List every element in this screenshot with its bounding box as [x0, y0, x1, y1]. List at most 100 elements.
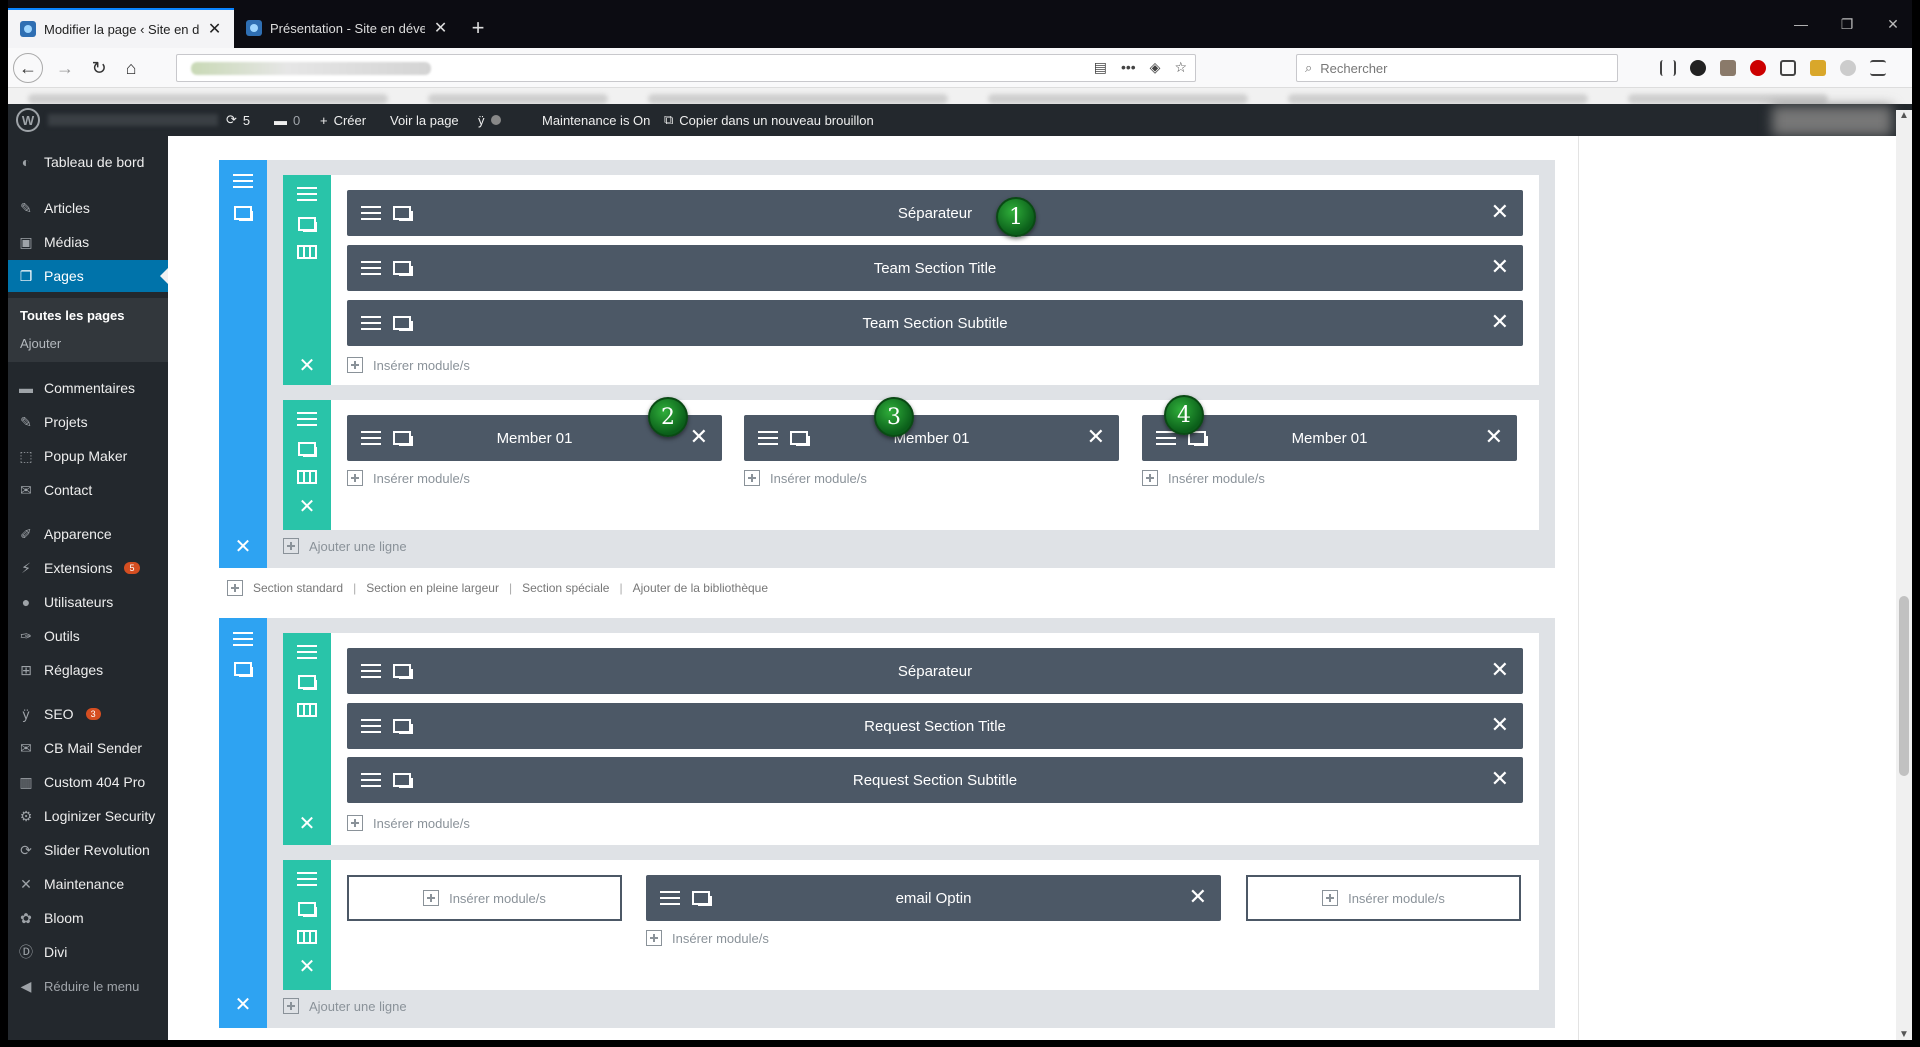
duplicate-row-icon[interactable]	[298, 217, 317, 232]
delete-module-icon[interactable]: ✕	[1491, 714, 1509, 736]
move-module-icon[interactable]	[361, 316, 381, 330]
module-team-section-subtitle[interactable]: Team Section Subtitle ✕	[347, 300, 1523, 346]
delete-module-icon[interactable]: ✕	[1087, 426, 1105, 448]
columns-icon[interactable]	[297, 703, 317, 717]
duplicate-module-icon[interactable]	[790, 431, 810, 446]
module-request-section-title[interactable]: Request Section Title ✕	[347, 703, 1523, 749]
duplicate-module-icon[interactable]	[393, 206, 413, 221]
home-icon[interactable]: ⌂	[116, 53, 146, 83]
insert-module-button[interactable]: Insérer module/s	[347, 470, 470, 486]
section-handle[interactable]: ✕	[219, 618, 267, 1028]
sidebar-item-users[interactable]: ● Utilisateurs	[8, 586, 168, 618]
maintenance-item[interactable]: Maintenance is On	[542, 104, 650, 136]
duplicate-module-icon[interactable]	[393, 664, 413, 679]
more-actions-icon[interactable]: •••	[1121, 59, 1136, 76]
module-separator[interactable]: Séparateur ✕	[347, 190, 1523, 236]
view-page-item[interactable]: Voir la page	[390, 104, 459, 136]
seo-item[interactable]: ÿ	[478, 104, 501, 136]
duplicate-module-icon[interactable]	[393, 261, 413, 276]
sidebar-item-seo[interactable]: ÿ SEO 3	[8, 698, 168, 730]
duplicate-section-icon[interactable]	[234, 662, 253, 677]
move-row-icon[interactable]	[297, 187, 317, 201]
new-tab-button[interactable]: +	[460, 8, 496, 48]
sidebar-item-cb-mail-sender[interactable]: ✉ CB Mail Sender	[8, 732, 168, 764]
sidebar-item-extensions[interactable]: ⚡ Extensions 5	[8, 552, 168, 584]
sidebar-item-appearance[interactable]: ✐ Apparence	[8, 518, 168, 550]
duplicate-module-icon[interactable]	[393, 773, 413, 788]
move-module-icon[interactable]	[361, 431, 381, 445]
url-bar[interactable]: ▤ ••• ◈ ☆	[176, 54, 1196, 82]
row-handle[interactable]: ✕	[283, 175, 331, 385]
delete-module-icon[interactable]: ✕	[690, 426, 708, 448]
delete-module-icon[interactable]: ✕	[1491, 311, 1509, 333]
library-section-link[interactable]: Ajouter de la bibliothèque	[633, 581, 768, 595]
updates-item[interactable]: ⟳ 5	[226, 104, 250, 136]
duplicate-module-icon[interactable]	[393, 719, 413, 734]
ip-extension-icon[interactable]	[1840, 60, 1856, 76]
add-row-button[interactable]: Ajouter une ligne	[283, 998, 407, 1014]
close-tab-icon[interactable]: ✕	[433, 18, 448, 38]
duplicate-row-icon[interactable]	[298, 902, 317, 917]
duplicate-section-icon[interactable]	[234, 206, 253, 221]
move-row-icon[interactable]	[297, 645, 317, 659]
module-separator[interactable]: Séparateur ✕	[347, 648, 1523, 694]
copy-draft-item[interactable]: ⧉ Copier dans un nouveau brouillon	[664, 104, 874, 136]
bookmark-star-icon[interactable]: ☆	[1174, 59, 1187, 76]
reload-icon[interactable]: ↻	[84, 53, 114, 83]
move-module-icon[interactable]	[361, 664, 381, 678]
row-handle[interactable]: ✕	[283, 633, 331, 845]
duplicate-row-icon[interactable]	[298, 442, 317, 457]
fullwidth-section-link[interactable]: Section en pleine largeur	[366, 581, 499, 595]
special-section-link[interactable]: Section spéciale	[522, 581, 609, 595]
module-request-section-subtitle[interactable]: Request Section Subtitle ✕	[347, 757, 1523, 803]
sidebar-item-bloom[interactable]: ✿ Bloom	[8, 902, 168, 934]
tab-edit-page[interactable]: Modifier la page ‹ Site en dével ✕	[8, 8, 234, 48]
insert-module-button[interactable]: Insérer module/s	[347, 815, 470, 831]
sidebar-item-tools[interactable]: ✑ Outils	[8, 620, 168, 652]
delete-row-icon[interactable]: ✕	[298, 356, 316, 376]
row-handle[interactable]: ✕	[283, 860, 331, 990]
move-module-icon[interactable]	[1156, 431, 1176, 445]
move-section-icon[interactable]	[233, 632, 253, 646]
close-window-icon[interactable]: ✕	[1870, 8, 1912, 40]
create-item[interactable]: + Créer	[320, 104, 366, 136]
library-icon[interactable]	[1660, 60, 1676, 76]
module-member-02[interactable]: Member 01 ✕	[744, 415, 1119, 461]
sidebar-item-media[interactable]: ▣ Médias	[8, 226, 168, 258]
move-module-icon[interactable]	[361, 773, 381, 787]
eyedropper-icon[interactable]	[1720, 60, 1736, 76]
back-icon[interactable]: ←	[13, 53, 43, 83]
move-module-icon[interactable]	[361, 719, 381, 733]
comments-item[interactable]: ▬ 0	[274, 104, 300, 136]
add-row-button[interactable]: Ajouter une ligne	[283, 538, 407, 554]
sidebar-item-maintenance[interactable]: ✕ Maintenance	[8, 868, 168, 900]
columns-icon[interactable]	[297, 245, 317, 259]
delete-module-icon[interactable]: ✕	[1491, 256, 1509, 278]
submenu-all-pages[interactable]: Toutes les pages	[20, 308, 125, 323]
pocket-icon[interactable]: ◈	[1150, 59, 1161, 76]
sidebar-item-slider-revolution[interactable]: ⟳ Slider Revolution	[8, 834, 168, 866]
delete-row-icon[interactable]: ✕	[298, 814, 316, 834]
module-email-optin[interactable]: email Optin ✕	[646, 875, 1221, 921]
sidebar-item-pages[interactable]: ❐ Pages	[8, 260, 168, 292]
standard-section-link[interactable]: Section standard	[253, 581, 343, 595]
insert-module-empty-column[interactable]: Insérer module/s	[347, 875, 622, 921]
delete-module-icon[interactable]: ✕	[1491, 201, 1509, 223]
sidebar-item-custom-404[interactable]: ▥ Custom 404 Pro	[8, 766, 168, 798]
insert-module-button[interactable]: Insérer module/s	[347, 357, 470, 373]
sidebar-item-popup-maker[interactable]: ⬚ Popup Maker	[8, 440, 168, 472]
sidebar-item-divi[interactable]: Ⓓ Divi	[8, 936, 168, 968]
tools-extension-icon[interactable]	[1810, 60, 1826, 76]
submenu-add-page[interactable]: Ajouter	[20, 336, 61, 351]
module-team-section-title[interactable]: Team Section Title ✕	[347, 245, 1523, 291]
move-module-icon[interactable]	[361, 261, 381, 275]
search-bar[interactable]: ⌕ Rechercher	[1296, 54, 1618, 82]
move-row-icon[interactable]	[297, 872, 317, 886]
columns-icon[interactable]	[297, 930, 317, 944]
insert-module-button[interactable]: Insérer module/s	[646, 930, 769, 946]
sidebar-item-articles[interactable]: ✎ Articles	[8, 192, 168, 224]
columns-icon[interactable]	[297, 470, 317, 484]
extension-dark-icon[interactable]	[1690, 60, 1706, 76]
insert-module-button[interactable]: Insérer module/s	[1142, 470, 1265, 486]
scrollbar-thumb[interactable]	[1899, 596, 1909, 776]
